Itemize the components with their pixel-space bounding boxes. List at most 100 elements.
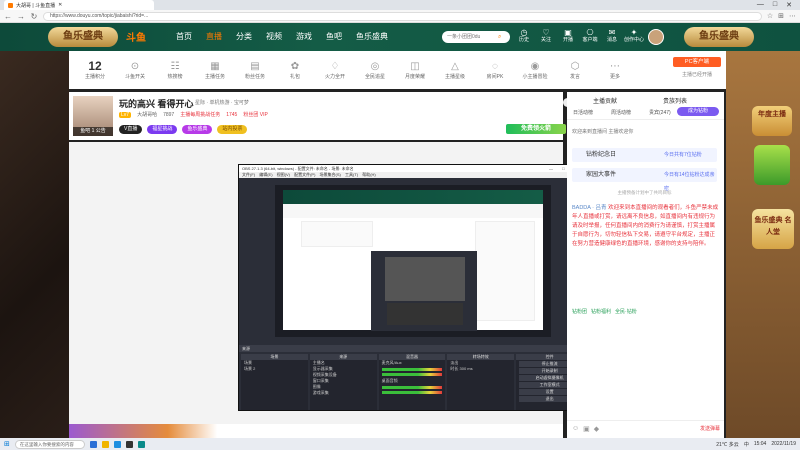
pill-festival[interactable]: 鱼乐盛典	[182, 125, 213, 134]
client-button[interactable]: ⎔ 客户端	[582, 28, 598, 44]
douyu-brand-logo[interactable]: 斗鱼	[126, 29, 146, 44]
gift-box-icon[interactable]: ▣	[583, 425, 590, 433]
audio-meter[interactable]	[381, 391, 443, 394]
emoji-icon[interactable]: ☺	[572, 425, 579, 432]
toolbar-item[interactable]: ⬡ 发言	[555, 61, 595, 80]
minimize-button[interactable]: —	[757, 1, 764, 9]
toolbar-more[interactable]: ⋯ 更多	[595, 61, 635, 80]
toolbar-item[interactable]: ◉ 小主播冒险	[515, 61, 555, 80]
browser-tab[interactable]: 大胡哥 | 斗鱼直播 ✕	[4, 0, 154, 10]
weather-text[interactable]: 21℃ 多云	[716, 441, 739, 448]
header-icons: ◷ 历史 ♡ 关注 ▣ 开播 ⎔ 客户端 ✉ 消息 ✦ 创作中心	[516, 28, 644, 44]
source-item[interactable]: 游戏采集	[310, 390, 377, 396]
hall-of-fame-card[interactable]: 鱼乐盛典 名人堂	[752, 209, 794, 249]
pill-v-live[interactable]: V直播	[119, 125, 143, 134]
url-input[interactable]: https://www.douyu.com/topic/jiabaishi?ri…	[43, 11, 762, 21]
become-diamond-fan-button[interactable]: 成为钻粉	[677, 107, 719, 116]
rank-tab-week[interactable]: 周活动榜	[611, 109, 631, 116]
messages-button[interactable]: ✉ 消息	[604, 28, 620, 44]
follow-list-button[interactable]: ♡ 关注	[538, 28, 554, 44]
star-chase-icon: ◎	[370, 60, 380, 72]
event-card[interactable]	[754, 145, 790, 185]
toolbar-item[interactable]: ▦ 主播任务	[195, 61, 235, 80]
windows-start-icon[interactable]: ⊞	[4, 440, 10, 448]
search-input[interactable]	[442, 32, 498, 42]
obs-app-icon[interactable]	[125, 440, 133, 448]
edge-icon[interactable]	[113, 440, 121, 448]
noble-heading[interactable]: 贵族列表	[663, 96, 687, 105]
pill-challenge[interactable]: 福星挑战	[147, 125, 178, 134]
task-view-icon[interactable]	[89, 440, 97, 448]
anchor-name[interactable]: 大胡哥哈	[137, 111, 157, 118]
nav-category[interactable]: 分类	[236, 31, 252, 42]
nav-yuba[interactable]: 鱼吧	[326, 31, 342, 42]
toolbar-item[interactable]: △ 主播星级	[435, 61, 475, 80]
toolbar-item[interactable]: ⊙ 斗鱼开关	[115, 61, 155, 80]
obs-dock-bar: 来源	[239, 345, 585, 352]
creator-center-button[interactable]: ✦ 创作中心	[624, 28, 644, 44]
toolbar-item[interactable]: ◎ 全民追星	[355, 61, 395, 80]
toolbar-item[interactable]: ◫ 月度荣耀	[395, 61, 435, 80]
room-pills: V直播 福星挑战 鱼乐盛典 站内投票	[119, 125, 248, 134]
clock-time[interactable]: 15:04	[754, 441, 767, 447]
rank-tab-day[interactable]: 日活动榜	[573, 109, 593, 116]
extensions-icon[interactable]: ⊞	[778, 12, 784, 20]
more-menu-icon[interactable]: ⋯	[789, 12, 796, 20]
anchor-points[interactable]: 12 主播积分	[75, 60, 115, 81]
diamond-anniversary-banner[interactable]: 钻粉纪念日 今日共有7位钻粉	[572, 148, 717, 162]
audio-meter[interactable]	[381, 368, 443, 371]
app-icon[interactable]	[137, 440, 145, 448]
ime-indicator[interactable]: 中	[744, 441, 749, 448]
chat-username[interactable]: BADDA · 吕青	[572, 205, 607, 211]
history-button[interactable]: ◷ 历史	[516, 28, 532, 44]
chat-badge[interactable]: 钻粉福利	[591, 308, 611, 315]
refresh-icon[interactable]: ↻	[30, 12, 38, 21]
nav-home[interactable]: 首页	[176, 31, 192, 42]
toolbar-item[interactable]: ✿ 礼包	[275, 61, 315, 80]
file-explorer-icon[interactable]	[101, 440, 109, 448]
back-arrow-icon[interactable]: ←	[4, 12, 12, 21]
send-danmaku-button[interactable]: 发送弹幕	[700, 425, 720, 432]
start-stream-button[interactable]: ▣ 开播	[560, 28, 576, 44]
fan-club-badge[interactable]: 粉丝团 VIP	[243, 111, 267, 118]
toolbar-item[interactable]: ▤ 粉丝任务	[235, 61, 275, 80]
taskbar-search[interactable]: 在这里输入你要搜索的内容	[14, 439, 85, 449]
toolbar-item[interactable]: ☷ 热搜榜	[155, 61, 195, 80]
nav-games[interactable]: 游戏	[296, 31, 312, 42]
forward-arrow-icon[interactable]: →	[17, 12, 25, 21]
clock-date[interactable]: 2022/11/19	[771, 441, 796, 447]
toolbar-item[interactable]: ♢ 火力全开	[315, 61, 355, 80]
room-info: 鱼吧 1 公告 玩的高兴 看得开心 星际 · 单机热游 · 宝可梦 Lv7 大胡…	[69, 92, 627, 140]
tab-close-icon[interactable]: ✕	[58, 2, 62, 8]
nav-video[interactable]: 视频	[266, 31, 282, 42]
home-event-banner[interactable]: 家园大事件 今日有14位钻粉达成亲密	[572, 168, 717, 192]
free-rocket-button[interactable]: 免费领火箭	[506, 124, 566, 134]
nav-live[interactable]: 直播	[206, 31, 222, 42]
star-icon[interactable]: ☆	[767, 12, 773, 20]
user-avatar[interactable]	[648, 29, 664, 45]
chat-badge[interactable]: 钻粉团	[572, 308, 587, 315]
maximize-button[interactable]: □	[773, 1, 777, 9]
toolbar-item[interactable]: ◌ 房间PK	[475, 61, 515, 80]
annual-anchor-card[interactable]: 年度主播	[752, 106, 792, 136]
obs-titlebar: OBS 27.1.3 (64-bit, windows) - 配置文件: 未命名…	[239, 165, 585, 172]
anchor-avatar[interactable]: 鱼吧 1 公告	[73, 96, 113, 136]
chat-badge[interactable]: 全民·钻粉	[615, 308, 637, 315]
close-window-button[interactable]: ✕	[786, 1, 792, 9]
audio-meter[interactable]	[381, 373, 443, 376]
search-icon[interactable]: ⌕	[498, 34, 501, 41]
pill-vote[interactable]: 站内投票	[217, 125, 248, 134]
festival-logo-left[interactable]: 鱼乐盛典	[48, 27, 118, 47]
nav-festival[interactable]: 鱼乐盛典	[356, 31, 388, 42]
fan-badge-icon[interactable]: ◆	[594, 425, 599, 433]
rank-heading[interactable]: 主播贡献	[593, 96, 617, 105]
scene-item[interactable]: 场景 2	[241, 366, 308, 372]
festival-logo-right[interactable]: 鱼乐盛典	[684, 27, 754, 47]
room-notice[interactable]: 鱼吧 1 公告	[73, 127, 113, 136]
weekly-task[interactable]: 主播每周挑战任务	[180, 111, 220, 118]
rank-tab-vip[interactable]: 贵宾(247)	[649, 109, 671, 116]
room-category[interactable]: 星际 · 单机热游 · 宝可梦	[195, 99, 249, 106]
pc-client-button[interactable]: PC客户端	[673, 57, 721, 67]
transition-duration[interactable]: 时长 300 ms	[447, 366, 514, 372]
audio-meter[interactable]	[381, 386, 443, 389]
